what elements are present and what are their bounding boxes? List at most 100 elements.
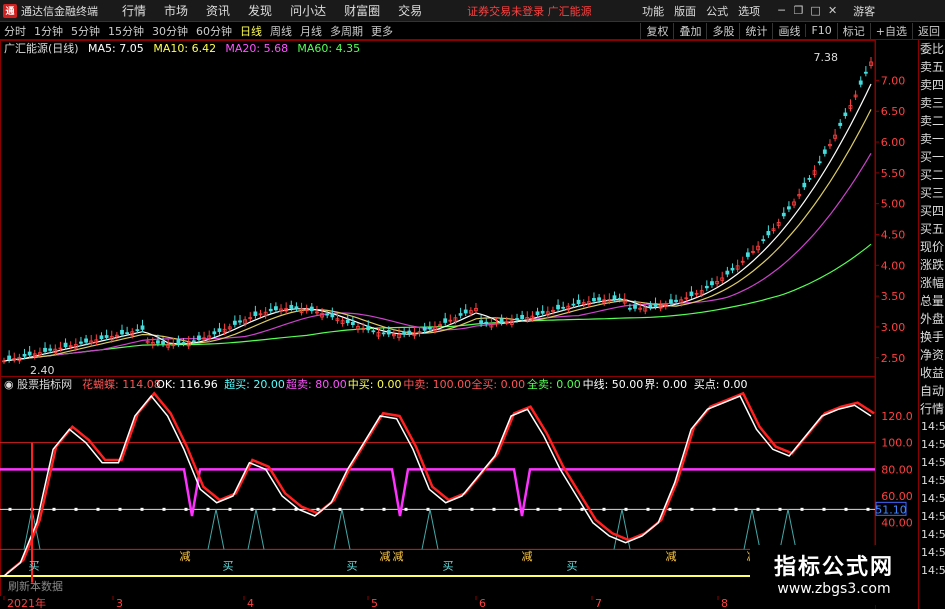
right-menu-item-3[interactable]: 选项 bbox=[733, 3, 765, 19]
menu-item-6[interactable]: 交易 bbox=[389, 2, 431, 19]
candle-body bbox=[561, 306, 566, 309]
minimize-icon[interactable]: ─ bbox=[773, 4, 790, 17]
period-tab-9[interactable]: 多周期 bbox=[326, 23, 367, 39]
candle-body bbox=[99, 335, 104, 340]
menu-item-3[interactable]: 发现 bbox=[239, 2, 281, 19]
candle-body bbox=[597, 297, 602, 301]
candle-body bbox=[479, 320, 484, 325]
period-tab-7[interactable]: 周线 bbox=[266, 23, 296, 39]
indicator-value-3: 超卖: 80.00 bbox=[286, 377, 347, 391]
menu-item-4[interactable]: 问小达 bbox=[281, 2, 335, 19]
quote-field-5: 卖一 bbox=[919, 132, 944, 146]
quote-field-2: 卖四 bbox=[919, 78, 944, 92]
chart-tool-1[interactable]: 叠加 bbox=[673, 22, 706, 39]
signal-spike bbox=[613, 509, 631, 550]
candle-body bbox=[571, 303, 576, 306]
candle-body bbox=[730, 267, 735, 271]
quote-lower-0[interactable]: 自动 bbox=[919, 382, 945, 400]
midline-dot bbox=[250, 507, 254, 511]
midline-dot bbox=[514, 507, 518, 511]
quote-field-1: 卖五 bbox=[919, 60, 944, 74]
menu-item-0[interactable]: 行情 bbox=[113, 2, 155, 19]
kline-chart[interactable]: 广汇能源(日线) MA5: 7.05 MA10: 6.42 MA20: 5.68 MA6… bbox=[0, 40, 918, 609]
quote-lower-1[interactable]: 行情 bbox=[919, 400, 945, 418]
candle-body bbox=[817, 161, 822, 164]
candle-body bbox=[104, 335, 109, 338]
midline-dot bbox=[470, 507, 474, 511]
right-menu: 功能 版面 公式 选项 bbox=[637, 3, 765, 19]
candle-body bbox=[540, 310, 545, 314]
candle-body bbox=[212, 331, 217, 335]
candle-body bbox=[617, 298, 622, 300]
candle-body bbox=[766, 231, 771, 236]
midline-dot bbox=[800, 507, 804, 511]
period-tab-3[interactable]: 15分钟 bbox=[104, 23, 148, 39]
chart-tool-6[interactable]: 标记 bbox=[836, 22, 870, 39]
indicator-value-5: 中卖: 100.00 bbox=[403, 378, 471, 391]
candle-body bbox=[197, 335, 201, 340]
period-tab-0[interactable]: 分时 bbox=[0, 23, 30, 39]
candle-body bbox=[386, 330, 391, 335]
candle-body bbox=[253, 311, 258, 316]
chart-tool-0[interactable]: 复权 bbox=[640, 22, 673, 39]
main-panel: 广汇能源(日线) MA5: 7.05 MA10: 6.42 MA20: 5.68 MA6… bbox=[0, 40, 906, 609]
ind-tick-3: 60.00 bbox=[881, 490, 913, 503]
period-tab-8[interactable]: 月线 bbox=[296, 23, 326, 39]
close-icon[interactable]: ✕ bbox=[824, 4, 841, 17]
period-tab-5[interactable]: 60分钟 bbox=[192, 23, 236, 39]
x-tick-0: 2021年 bbox=[7, 596, 46, 609]
x-tick-3: 5 bbox=[371, 597, 378, 609]
chart-tool-3[interactable]: 统计 bbox=[739, 22, 772, 39]
tick-time-1: 14:50 bbox=[921, 438, 945, 451]
menu-item-5[interactable]: 财富圈 bbox=[335, 2, 389, 19]
period-tab-6[interactable]: 日线 bbox=[236, 23, 266, 39]
candle-body bbox=[63, 342, 68, 348]
period-tab-2[interactable]: 5分钟 bbox=[67, 23, 104, 39]
login-status[interactable]: 证券交易未登录 广汇能源 bbox=[467, 3, 607, 19]
menu-item-1[interactable]: 市场 bbox=[155, 2, 197, 19]
candle-body bbox=[366, 325, 371, 331]
maximize-icon[interactable]: □ bbox=[807, 4, 824, 17]
midline-dot bbox=[690, 507, 694, 511]
quote-field-8: 买三 bbox=[919, 186, 944, 200]
chart-tool-5[interactable]: F10 bbox=[805, 24, 836, 37]
right-menu-item-2[interactable]: 公式 bbox=[701, 3, 733, 19]
quote-field-15: 外盘 bbox=[919, 312, 944, 326]
candle-body bbox=[27, 351, 32, 356]
app-logo-icon: 通 bbox=[3, 3, 17, 18]
candle-body bbox=[22, 353, 27, 357]
chart-tool-4[interactable]: 画线 bbox=[772, 22, 805, 39]
price-tick-4: 5.00 bbox=[881, 198, 906, 211]
period-tab-10[interactable]: 更多 bbox=[367, 23, 397, 39]
candle-body bbox=[689, 291, 694, 297]
main-panel-title: 广汇能源(日线) bbox=[4, 41, 79, 55]
midline-dot bbox=[96, 507, 100, 511]
midline-dot bbox=[536, 507, 540, 511]
indicator-name: ◉ 股票指标网 bbox=[4, 377, 72, 391]
candle-body bbox=[653, 303, 658, 307]
menu-item-2[interactable]: 资讯 bbox=[197, 2, 239, 19]
candle-body bbox=[427, 327, 432, 330]
ma5-line bbox=[3, 83, 872, 362]
candle-body bbox=[273, 306, 278, 311]
x-axis: 2021年 3 4 5 6 7 8 bbox=[0, 596, 875, 609]
quote-field-11: 现价 bbox=[919, 240, 944, 254]
guest-account[interactable]: 游客 bbox=[853, 3, 875, 19]
candle-body bbox=[710, 281, 714, 286]
period-tab-1[interactable]: 1分钟 bbox=[30, 23, 67, 39]
midline-dot bbox=[404, 507, 408, 511]
right-menu-item-0[interactable]: 功能 bbox=[637, 3, 669, 19]
ma-label-3: MA60: 4.35 bbox=[297, 42, 360, 55]
period-tab-4[interactable]: 30分钟 bbox=[148, 23, 192, 39]
candle-body bbox=[576, 299, 581, 305]
chart-tool-8[interactable]: 返回 bbox=[912, 22, 945, 39]
watermark-title: 指标公式网 bbox=[773, 555, 894, 580]
chart-tool-2[interactable]: 多股 bbox=[706, 22, 739, 39]
candle-body bbox=[674, 299, 678, 302]
right-menu-item-1[interactable]: 版面 bbox=[669, 3, 701, 19]
tick-time-4: 14:50 bbox=[921, 492, 945, 505]
chart-tool-7[interactable]: +自选 bbox=[869, 22, 912, 39]
refresh-data-text: 刷新本数据 bbox=[8, 579, 63, 593]
candle-body bbox=[443, 318, 448, 323]
restore-icon[interactable]: ❐ bbox=[790, 4, 807, 17]
